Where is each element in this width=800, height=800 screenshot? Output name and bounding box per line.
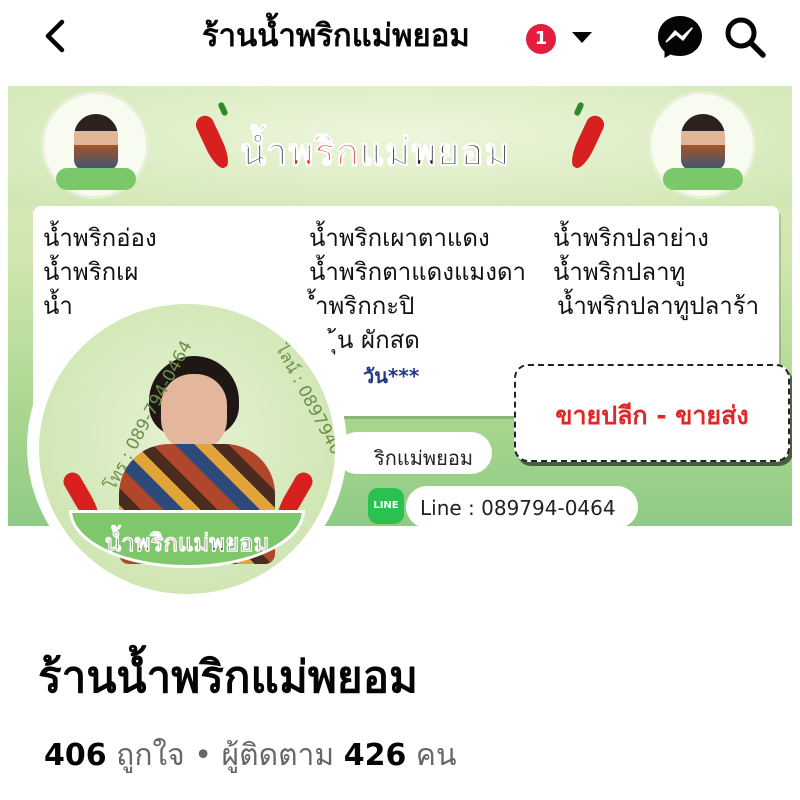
menu-item: น้ำพริกอ่อง [43,224,157,252]
menu-item: น้ำพริกตาแดงแมงดา [309,258,527,286]
owner-photo-mini [74,114,118,170]
logo-banner-mini [663,168,743,190]
followers-count: 426 [343,738,407,773]
menu-item: ุ้น ผักสด [337,326,420,354]
menu-item: น้ำพริกเผ [43,258,139,286]
profile-picture[interactable]: โทร : 089-794-0464 ไลน์ : 0897940464 น้ำ… [27,292,347,602]
followers-unit: คน [415,738,457,773]
stats-separator: • [194,738,212,773]
retail-wholesale-badge: ขายปลีก - ขายส่ง [514,364,790,462]
back-chevron-icon[interactable] [36,16,76,56]
menu-item: น้ำพริกเผาตาแดง [309,224,490,252]
line-app-icon: LINE [368,488,404,524]
search-icon[interactable] [720,12,770,62]
logo-banner-mini [56,168,136,190]
menu-item: ้ำพริกกะปิ [315,292,415,320]
top-navigation-bar: ร้านน้ำพริกแม่พยอม 1 [0,0,800,84]
messenger-icon[interactable] [655,12,705,62]
owner-photo-mini [681,114,725,170]
menu-item: น้ำพริกปลาทูปลาร้า [557,292,760,320]
page-stats[interactable]: 406 ถูกใจ • ผู้ติดตาม 426 คน [44,736,456,776]
likes-count: 406 [44,738,107,773]
page-title[interactable]: ร้านน้ำพริกแม่พยอม [202,16,470,56]
profile-brand-text: น้ำพริกแม่พยอม [104,529,270,558]
likes-label: ถูกใจ [116,738,185,773]
cover-logo-left [41,91,149,199]
cover-logo-right [648,91,756,199]
profile-picture-image: โทร : 089-794-0464 ไลน์ : 0897940464 น้ำ… [39,304,335,594]
menu-item: น้ำพริกปลาทู [553,258,686,286]
page-name-heading: ร้านน้ำพริกแม่พยอม [38,652,419,703]
followers-label: ผู้ติดตาม [221,738,335,773]
profile-brand-banner: น้ำพริกแม่พยอม [69,510,305,568]
menu-item: น้ำ [43,292,73,320]
cover-brand-title: น้ำพริกแม่พยอม [239,130,511,175]
menu-item: น้ำพริกปลาย่าง [553,224,709,252]
notification-badge[interactable]: 1 [526,24,556,54]
caret-down-icon[interactable] [568,26,596,48]
line-contact-pill: Line : 089794-0464 [406,486,638,526]
facebook-name-pill: ริกแม่พยอม [336,432,492,474]
retail-wholesale-label: ขายปลีก - ขายส่ง [555,401,749,430]
menu-note: วัน*** [363,364,420,388]
